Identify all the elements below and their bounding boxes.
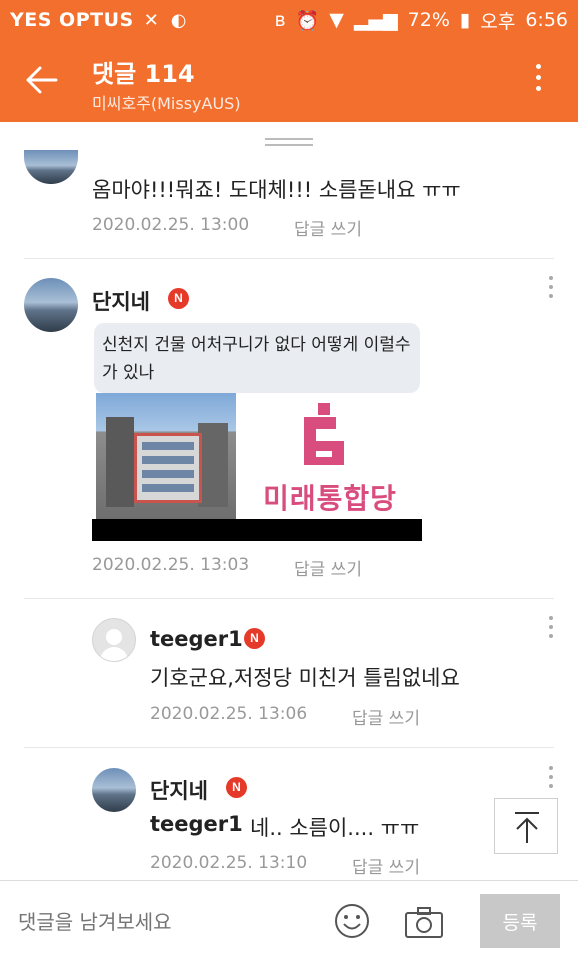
- comment-more-icon[interactable]: [548, 766, 554, 792]
- scroll-to-top-button[interactable]: [494, 798, 558, 854]
- more-vertical-icon[interactable]: [534, 64, 542, 96]
- comment-date: 2020.02.25. 13:00: [92, 215, 250, 235]
- reply-button[interactable]: 답글 쓰기: [352, 853, 420, 878]
- page-subtitle: 미씨호주(MissyAUS): [92, 94, 241, 113]
- avatar[interactable]: [92, 618, 136, 662]
- party-logo-mark: [304, 403, 344, 465]
- signal-off-icon: ✕: [143, 9, 159, 31]
- comment-compose-bar: 등록: [0, 880, 578, 960]
- clock-time: 6:56: [525, 9, 568, 31]
- status-bar: YES OPTUS ✕ ◐ ʙ ⏰ ▼ ▂▄▆ 72% ▮ 오후 6:56: [0, 0, 578, 40]
- divider: [24, 258, 554, 259]
- comment-more-icon[interactable]: [548, 276, 554, 302]
- comment-more-icon[interactable]: [548, 616, 554, 642]
- divider: [24, 598, 554, 599]
- party-logo-text: 미래통합당: [263, 482, 397, 515]
- comment-text: 기호군요,저정당 미친거 틀림없네요: [150, 666, 460, 690]
- comment-date: 2020.02.25. 13:10: [150, 853, 308, 873]
- divider: [24, 747, 554, 748]
- reply-button[interactable]: 답글 쓰기: [352, 704, 420, 729]
- submit-button[interactable]: 등록: [480, 894, 560, 948]
- comment-input[interactable]: [18, 907, 318, 937]
- carrier-label: YES OPTUS: [10, 9, 134, 31]
- wifi-icon: ▼: [329, 9, 344, 31]
- battery-percent: 72%: [407, 9, 450, 31]
- back-arrow-icon[interactable]: [22, 62, 62, 98]
- reply-button[interactable]: 답글 쓰기: [294, 215, 362, 240]
- new-badge: N: [168, 288, 189, 309]
- comment-author[interactable]: teeger1: [150, 627, 243, 651]
- avatar[interactable]: [24, 150, 78, 184]
- comment-text: 네.. 소름이.... ㅠㅠ: [250, 816, 420, 840]
- comment-text: 옴마야!!!뭐죠! 도대체!!! 소름돋내요 ㅠㅠ: [92, 178, 461, 202]
- comment-author[interactable]: 단지네: [92, 286, 150, 316]
- bluetooth-icon: ʙ: [274, 9, 286, 31]
- emoji-icon[interactable]: [334, 903, 370, 939]
- sheet-drag-handle[interactable]: [265, 138, 313, 148]
- avatar[interactable]: [24, 278, 78, 332]
- pill-icon: ◐: [170, 9, 187, 31]
- camera-icon[interactable]: [404, 905, 444, 939]
- comment-image-attachment[interactable]: 신천지 건물 어처구니가 없다 어떻게 이럴수가 있나 미래통합당: [92, 317, 422, 541]
- comment-author[interactable]: 단지네: [150, 775, 208, 805]
- building-photo: [96, 393, 236, 519]
- battery-icon: ▮: [459, 9, 471, 31]
- reply-button[interactable]: 답글 쓰기: [294, 555, 362, 580]
- avatar[interactable]: [92, 768, 136, 812]
- attachment-bubble-text: 신천지 건물 어처구니가 없다 어떻게 이럴수가 있나: [102, 335, 411, 383]
- comment-date: 2020.02.25. 13:03: [92, 555, 250, 575]
- new-badge: N: [244, 628, 265, 649]
- alarm-icon: ⏰: [295, 9, 320, 32]
- time-ampm: 오후: [480, 10, 516, 33]
- comment-mention[interactable]: teeger1: [150, 812, 243, 836]
- scroll-to-top-icon: [515, 812, 539, 843]
- new-badge: N: [226, 777, 247, 798]
- page-title: 댓글 114: [92, 60, 195, 88]
- cell-signal-icon: ▂▄▆: [353, 9, 398, 31]
- comment-date: 2020.02.25. 13:06: [150, 704, 308, 724]
- app-bar: 댓글 114 미씨호주(MissyAUS): [0, 40, 578, 122]
